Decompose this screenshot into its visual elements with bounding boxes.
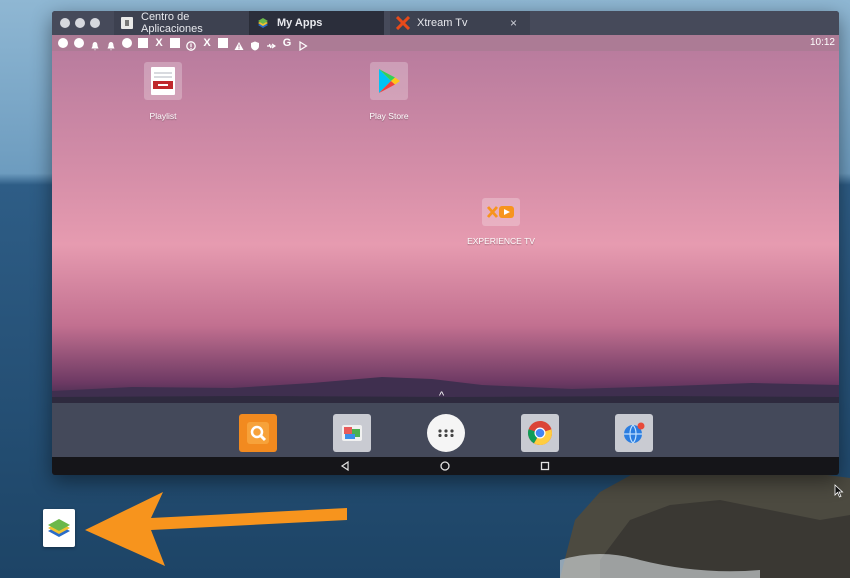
window-tab-bar: Centro de Aplicaciones My Apps Xtream Tv… xyxy=(52,11,839,35)
close-tab-icon[interactable]: × xyxy=(510,16,517,30)
tab-label: My Apps xyxy=(277,17,323,29)
notification-circle-icon xyxy=(58,38,68,48)
browser-globe-icon[interactable] xyxy=(615,414,653,452)
tab-label: Centro de Aplicaciones xyxy=(141,11,203,35)
bell-icon xyxy=(106,38,116,51)
recents-icon[interactable] xyxy=(535,457,555,475)
back-icon[interactable] xyxy=(335,457,355,475)
window-close-control[interactable] xyxy=(60,18,70,28)
tab-label: Xtream Tv xyxy=(417,17,468,29)
window-zoom-control[interactable] xyxy=(90,18,100,28)
bell-icon xyxy=(90,38,100,51)
notification-circle-icon xyxy=(122,38,132,48)
app-label: Play Store xyxy=(369,111,409,121)
app-drawer-icon[interactable] xyxy=(427,414,465,452)
app-center-icon xyxy=(120,16,134,30)
alert-icon xyxy=(186,38,196,51)
app-play-store[interactable]: Play Store xyxy=(349,62,429,121)
home-icon[interactable] xyxy=(435,457,455,475)
app-label: Playlist xyxy=(149,111,177,121)
warning-icon xyxy=(234,38,244,50)
orange-arrow-icon xyxy=(85,492,347,566)
android-dock xyxy=(52,403,839,457)
notification-square-icon xyxy=(138,38,148,48)
google-icon: G xyxy=(282,37,292,49)
app-playlist[interactable]: Playlist xyxy=(123,62,203,121)
usb-icon xyxy=(266,38,277,49)
gallery-app-icon[interactable] xyxy=(333,414,371,452)
xtream-notification-icon: X xyxy=(155,37,163,49)
status-clock: 10:12 xyxy=(809,37,835,48)
search-app-icon[interactable] xyxy=(239,414,277,452)
tab-xtream-tv[interactable]: Xtream Tv xyxy=(390,11,530,35)
wallpaper-hills xyxy=(52,377,839,403)
emulator-window: Centro de Aplicaciones My Apps Xtream Tv… xyxy=(52,11,839,475)
android-home-screen: Playlist Play Store EXPERIENCE TV ^ xyxy=(52,51,839,403)
tab-my-apps[interactable]: My Apps xyxy=(250,11,384,35)
window-minimize-control[interactable] xyxy=(75,18,85,28)
xtream-notification-icon: X xyxy=(203,37,211,49)
android-nav-bar xyxy=(52,457,839,475)
notification-circle-icon xyxy=(74,38,84,48)
bluestacks-icon xyxy=(256,16,270,30)
tab-app-center[interactable]: Centro de Aplicaciones xyxy=(114,11,250,35)
app-label: EXPERIENCE TV xyxy=(467,236,535,246)
shield-icon xyxy=(250,38,260,51)
notification-square-icon xyxy=(170,38,180,48)
chrome-icon[interactable] xyxy=(521,414,559,452)
play-store-icon xyxy=(370,62,408,100)
android-status-bar: X X G 10:12 xyxy=(52,35,839,52)
xtream-x-icon xyxy=(395,15,411,31)
app-experience-tv[interactable]: EXPERIENCE TV xyxy=(461,198,541,246)
playlist-icon xyxy=(144,62,182,100)
play-store-small-icon xyxy=(298,38,308,52)
bluestacks-file-icon[interactable] xyxy=(43,509,75,547)
experience-tv-icon xyxy=(482,198,520,226)
app-drawer-handle-icon[interactable]: ^ xyxy=(439,390,444,402)
notification-square-icon xyxy=(218,38,228,48)
mouse-cursor-icon xyxy=(834,484,844,498)
